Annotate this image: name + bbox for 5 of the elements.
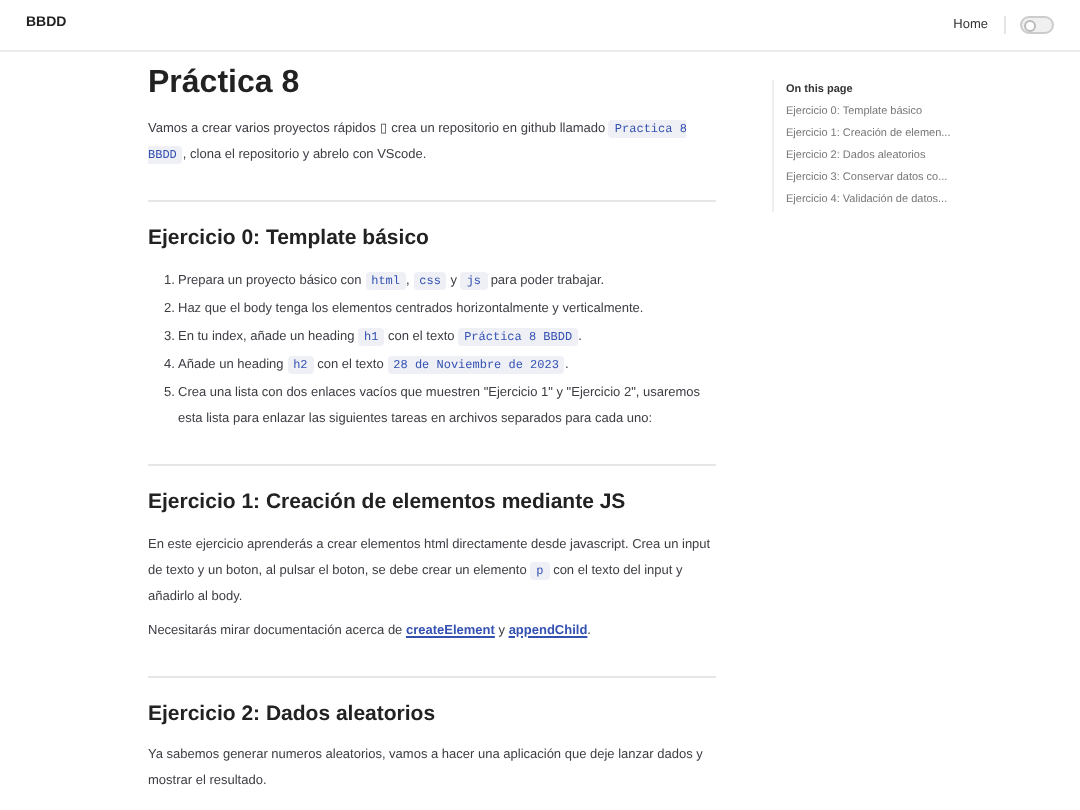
page-title: Práctica 8 [148,64,302,104]
theme-switch[interactable] [1020,16,1054,34]
section-heading: Ejercicio 2: Dados aleatorios [148,699,438,729]
section-heading: Ejercicio 1: Creación de elementos mediante JS [148,487,628,518]
section-heading: Ejercicio 0: Template básico [148,224,431,254]
